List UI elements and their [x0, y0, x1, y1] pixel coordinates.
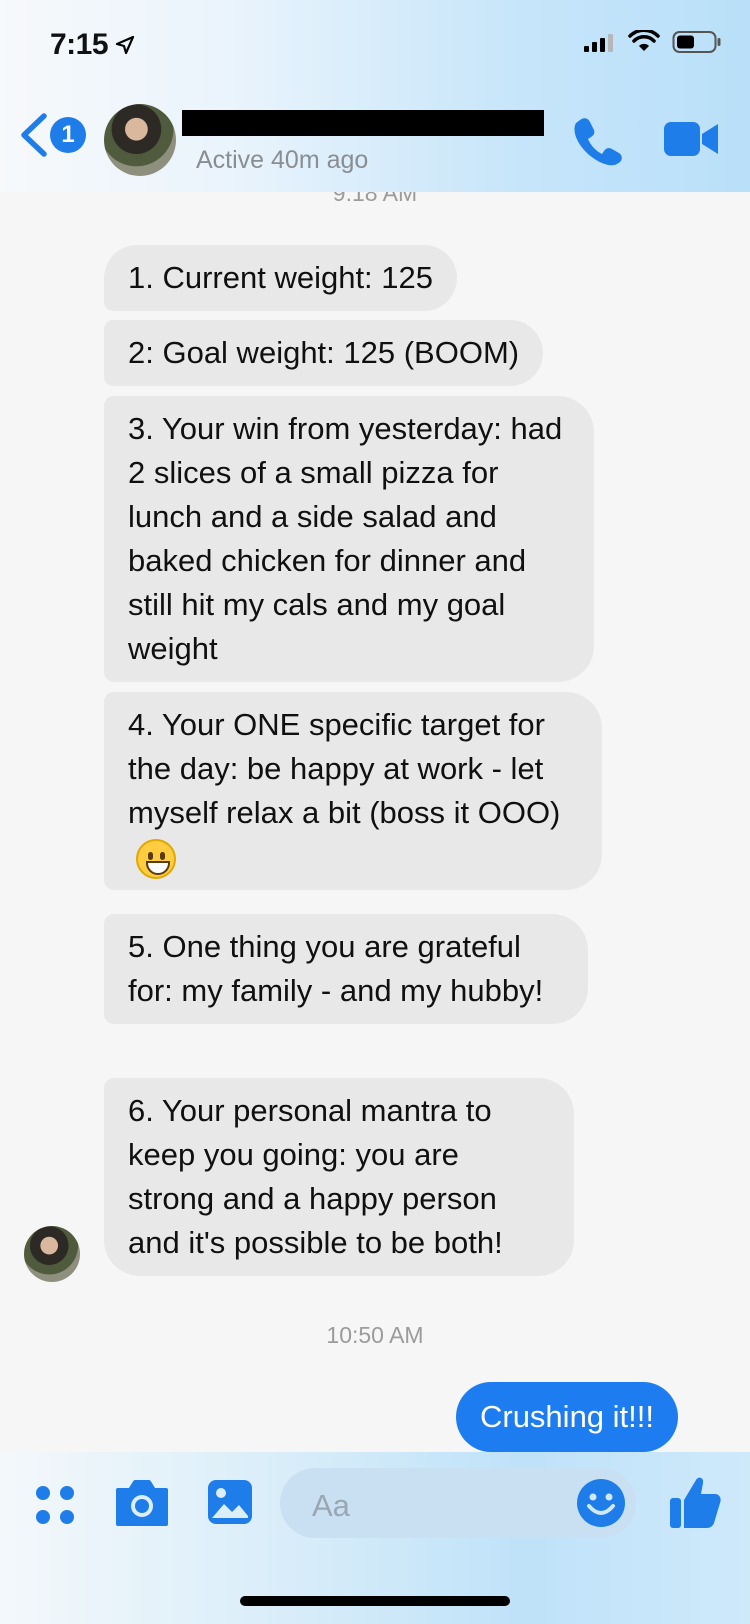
message-bubble[interactable]: 5. One thing you are grateful for: my fa…: [104, 914, 588, 1024]
message-text: 1. Current weight: 125: [128, 260, 434, 295]
message-bubble[interactable]: 4. Your ONE specific target for the day:…: [104, 692, 602, 890]
apps-icon[interactable]: [34, 1484, 76, 1526]
grinning-face-emoji: [136, 838, 176, 879]
message-bubble[interactable]: 2: Goal weight: 125 (BOOM): [104, 320, 544, 386]
wifi-icon: [628, 30, 660, 51]
unread-badge: 1: [50, 117, 86, 153]
message-bubble[interactable]: 1. Current weight: 125: [104, 245, 458, 311]
video-icon[interactable]: [664, 120, 720, 160]
contact-avatar[interactable]: [104, 104, 176, 176]
home-indicator[interactable]: [240, 1596, 510, 1606]
message-input-placeholder: Aa: [312, 1488, 350, 1523]
message-text: 4. Your ONE specific target for the day:…: [128, 707, 561, 830]
back-chevron-icon: [21, 113, 47, 157]
active-status: Active 40m ago: [196, 146, 369, 174]
sent-message-bubble[interactable]: Crushing it!!!: [455, 1382, 678, 1452]
camera-icon[interactable]: [114, 1478, 170, 1528]
gallery-icon[interactable]: [206, 1478, 254, 1526]
back-button[interactable]: 1: [18, 112, 86, 158]
message-text: 2: Goal weight: 125 (BOOM): [128, 335, 520, 370]
timestamp: 10:50 AM: [326, 1322, 424, 1348]
clock-text: 7:15: [50, 28, 109, 61]
status-time: 7:15: [50, 28, 136, 62]
message-text: 3. Your win from yesterday: had 2 slices…: [128, 411, 563, 666]
message-bubble[interactable]: 3. Your win from yesterday: had 2 slices…: [104, 396, 594, 682]
redacted-name: [182, 110, 544, 136]
sender-avatar[interactable]: [24, 1226, 80, 1282]
battery-icon: [672, 31, 721, 53]
message-text: 5. One thing you are grateful for: my fa…: [128, 929, 544, 1008]
signal-icon: [584, 34, 613, 52]
thumbs-up-icon[interactable]: [668, 1474, 722, 1530]
phone-icon[interactable]: [570, 114, 626, 166]
message-bubble[interactable]: 6. Your personal mantra to keep you goin…: [104, 1078, 574, 1276]
location-arrow-icon: [115, 35, 135, 55]
message-text: 6. Your personal mantra to keep you goin…: [128, 1093, 503, 1260]
emoji-icon[interactable]: [576, 1478, 626, 1528]
status-icons: [582, 30, 722, 54]
